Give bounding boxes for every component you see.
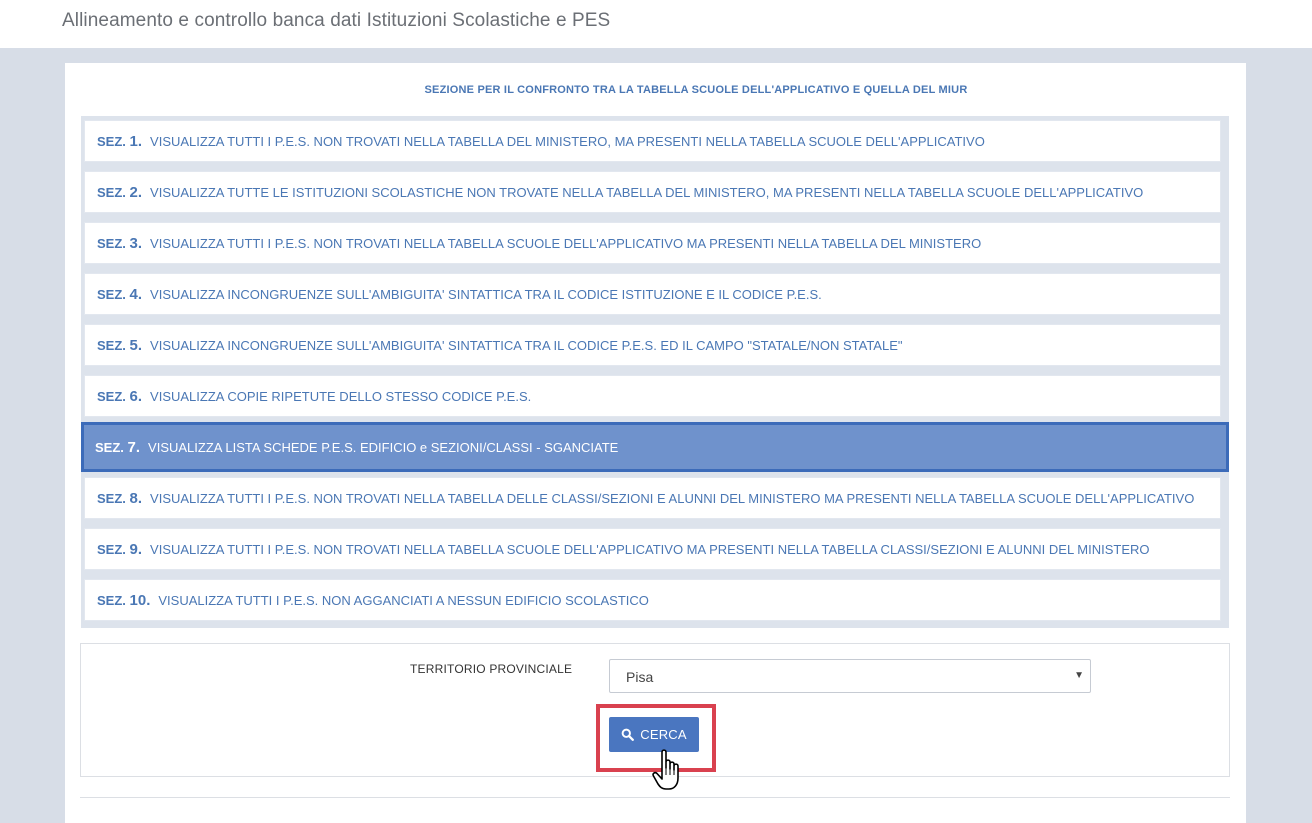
section-label: VISUALIZZA TUTTI I P.E.S. NON TROVATI NE… <box>150 541 1150 557</box>
section-number: SEZ. 9. <box>97 540 143 558</box>
territory-selected-value: Pisa <box>626 669 654 685</box>
territory-select[interactable]: Pisa ▼ <box>609 659 1091 693</box>
section-number: SEZ. 10. <box>97 591 151 609</box>
section-header: SEZIONE PER IL CONFRONTO TRA LA TABELLA … <box>424 84 968 96</box>
section-item-8[interactable]: SEZ. 8. VISUALIZZA TUTTI I P.E.S. NON TR… <box>84 477 1221 519</box>
section-item-7[interactable]: SEZ. 7. VISUALIZZA LISTA SCHEDE P.E.S. E… <box>81 422 1229 472</box>
hand-cursor-icon <box>652 749 679 790</box>
section-item-2[interactable]: SEZ. 2. VISUALIZZA TUTTE LE ISTITUZIONI … <box>84 171 1221 213</box>
section-item-6[interactable]: SEZ. 6. VISUALIZZA COPIE RIPETUTE DELLO … <box>84 375 1221 417</box>
section-number: SEZ. 5. <box>97 336 143 354</box>
section-item-5[interactable]: SEZ. 5. VISUALIZZA INCONGRUENZE SULL'AMB… <box>84 324 1221 366</box>
section-label: VISUALIZZA TUTTI I P.E.S. NON AGGANCIATI… <box>158 592 649 608</box>
section-item-1[interactable]: SEZ. 1. VISUALIZZA TUTTI I P.E.S. NON TR… <box>84 120 1221 162</box>
page-title: Allineamento e controllo banca dati Isti… <box>62 10 611 31</box>
section-item-10[interactable]: SEZ. 10. VISUALIZZA TUTTI I P.E.S. NON A… <box>84 579 1221 621</box>
search-icon <box>621 728 635 741</box>
section-label: VISUALIZZA LISTA SCHEDE P.E.S. EDIFICIO … <box>148 439 619 455</box>
section-label: VISUALIZZA TUTTI I P.E.S. NON TROVATI NE… <box>150 235 982 251</box>
section-label: VISUALIZZA TUTTE LE ISTITUZIONI SCOLASTI… <box>150 184 1144 200</box>
section-number: SEZ. 1. <box>97 132 143 150</box>
section-label: VISUALIZZA INCONGRUENZE SULL'AMBIGUITA' … <box>150 286 822 302</box>
section-number: SEZ. 2. <box>97 183 143 201</box>
section-item-3[interactable]: SEZ. 3. VISUALIZZA TUTTI I P.E.S. NON TR… <box>84 222 1221 264</box>
search-button[interactable]: CERCA <box>609 717 699 752</box>
top-bar: Allineamento e controllo banca dati Isti… <box>0 0 1312 48</box>
territory-label: TERRITORIO PROVINCIALE <box>410 662 573 676</box>
divider <box>80 797 1230 798</box>
section-number: SEZ. 7. <box>95 438 141 456</box>
dropdown-caret-icon: ▼ <box>1074 670 1084 681</box>
section-number: SEZ. 6. <box>97 387 143 405</box>
section-label: VISUALIZZA COPIE RIPETUTE DELLO STESSO C… <box>150 388 532 404</box>
section-item-4[interactable]: SEZ. 4. VISUALIZZA INCONGRUENZE SULL'AMB… <box>84 273 1221 315</box>
section-number: SEZ. 8. <box>97 489 143 507</box>
section-label: VISUALIZZA TUTTI I P.E.S. NON TROVATI NE… <box>150 490 1195 506</box>
section-list: SEZ. 1. VISUALIZZA TUTTI I P.E.S. NON TR… <box>81 116 1229 628</box>
section-number: SEZ. 4. <box>97 285 143 303</box>
section-label: VISUALIZZA TUTTI I P.E.S. NON TROVATI NE… <box>150 133 985 149</box>
section-number: SEZ. 3. <box>97 234 143 252</box>
section-label: VISUALIZZA INCONGRUENZE SULL'AMBIGUITA' … <box>150 337 903 353</box>
search-button-label: CERCA <box>640 727 687 742</box>
section-item-9[interactable]: SEZ. 9. VISUALIZZA TUTTI I P.E.S. NON TR… <box>84 528 1221 570</box>
